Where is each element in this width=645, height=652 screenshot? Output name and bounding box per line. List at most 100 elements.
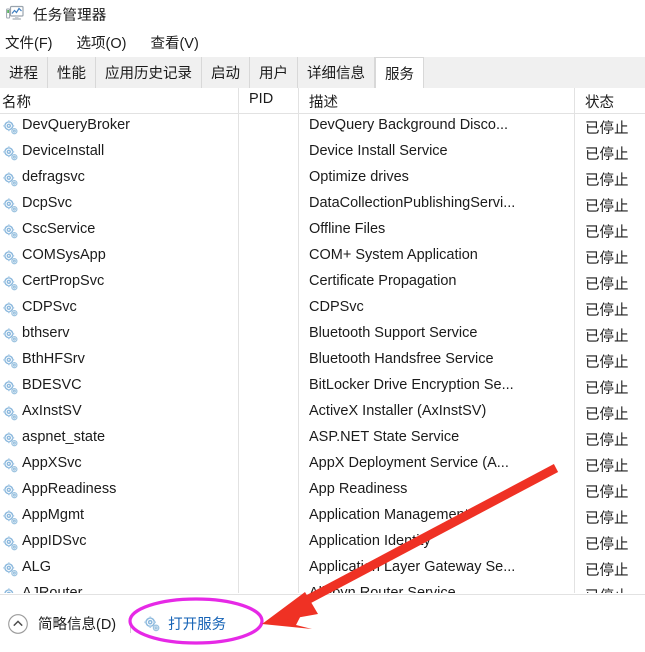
cell-service-desc: CDPSvc <box>309 299 364 315</box>
table-row[interactable]: AxInstSV ActiveX Installer (AxInstSV) 已停止 <box>0 400 645 426</box>
cell-service-name: ALG <box>22 559 52 575</box>
service-gears-icon <box>2 509 19 526</box>
service-gears-icon <box>2 275 19 292</box>
menu-item-options[interactable]: 选项(O) <box>72 32 132 53</box>
table-row[interactable]: aspnet_state ASP.NET State Service 已停止 <box>0 426 645 452</box>
column-header-state[interactable]: 状态 <box>585 91 614 112</box>
cell-service-name: BDESVC <box>22 377 82 393</box>
cell-service-name: DeviceInstall <box>22 143 105 159</box>
cell-service-desc: Bluetooth Handsfree Service <box>309 351 494 367</box>
table-row[interactable]: AppMgmt Application Management 已停止 <box>0 504 645 530</box>
tab-performance[interactable]: 性能 <box>48 57 96 88</box>
table-row[interactable]: CscService Offline Files 已停止 <box>0 218 645 244</box>
table-row[interactable]: COMSysApp COM+ System Application 已停止 <box>0 244 645 270</box>
cell-service-status: 已停止 <box>585 251 629 267</box>
table-row[interactable]: AJRouter AllJoyn Router Service 已停止 <box>0 582 645 593</box>
services-table: 名称 PID 描述 状态 DevQueryBroker DevQuery Back… <box>0 88 645 593</box>
table-row[interactable]: ALG Application Layer Gateway Se... 已停止 <box>0 556 645 582</box>
cell-service-name: DcpSvc <box>22 195 72 211</box>
service-gears-icon <box>2 171 19 188</box>
tab-strip: 进程 性能 应用历史记录 启动 用户 详细信息 服务 <box>0 57 645 89</box>
cell-service-name: bthserv <box>22 325 70 341</box>
table-row[interactable]: BDESVC BitLocker Drive Encryption Se... 已停… <box>0 374 645 400</box>
service-gears-icon <box>2 353 19 370</box>
fewer-details-button[interactable]: 简略信息(D) <box>38 613 116 634</box>
service-gears-icon <box>2 119 19 136</box>
window-title: 任务管理器 <box>33 7 107 24</box>
cell-service-status: 已停止 <box>585 563 629 579</box>
cell-service-desc: COM+ System Application <box>309 247 478 263</box>
cell-service-name: AJRouter <box>22 585 83 593</box>
column-divider-pid-desc[interactable] <box>298 88 299 113</box>
cell-service-name: AppIDSvc <box>22 533 87 549</box>
table-row[interactable]: AppXSvc AppX Deployment Service (A... 已停止 <box>0 452 645 478</box>
column-header-name[interactable]: 名称 <box>2 91 31 112</box>
cell-service-name: AppMgmt <box>22 507 85 523</box>
cell-service-name: aspnet_state <box>22 429 106 445</box>
cell-service-status: 已停止 <box>585 485 629 501</box>
table-body: DevQueryBroker DevQuery Background Disco.… <box>0 114 645 593</box>
cell-service-status: 已停止 <box>585 537 629 553</box>
cell-service-desc: ASP.NET State Service <box>309 429 460 445</box>
cell-service-name: DevQueryBroker <box>22 117 130 133</box>
service-gears-icon <box>2 197 19 214</box>
cell-service-status: 已停止 <box>585 511 629 527</box>
table-row[interactable]: BthHFSrv Bluetooth Handsfree Service 已停止 <box>0 348 645 374</box>
cell-service-name: CDPSvc <box>22 299 77 315</box>
cell-service-name: COMSysApp <box>22 247 106 263</box>
cell-service-desc: Device Install Service <box>309 143 448 159</box>
task-manager-window: 任务管理器 文件(F) 选项(O) 查看(V) 进程 性能 应用历史记录 启动 … <box>0 0 645 652</box>
service-gears-icon <box>143 615 161 633</box>
service-gears-icon <box>2 457 19 474</box>
cell-service-status: 已停止 <box>585 329 629 345</box>
table-header-row: 名称 PID 描述 状态 <box>0 88 645 114</box>
service-gears-icon <box>2 379 19 396</box>
open-services-button[interactable]: 打开服务 <box>143 613 226 634</box>
cell-service-desc: DataCollectionPublishingServi... <box>309 195 516 211</box>
cell-service-name: defragsvc <box>22 169 85 185</box>
cell-service-desc: AppX Deployment Service (A... <box>309 455 509 471</box>
column-header-pid[interactable]: PID <box>249 91 273 107</box>
service-gears-icon <box>2 561 19 578</box>
cell-service-name: AxInstSV <box>22 403 82 419</box>
cell-service-name: AppReadiness <box>22 481 117 497</box>
menu-item-file[interactable]: 文件(F) <box>0 32 58 53</box>
tab-processes[interactable]: 进程 <box>0 57 48 88</box>
table-row[interactable]: AppIDSvc Application Identity 已停止 <box>0 530 645 556</box>
table-row[interactable]: DcpSvc DataCollectionPublishingServi... 已停… <box>0 192 645 218</box>
table-row[interactable]: CertPropSvc Certificate Propagation 已停止 <box>0 270 645 296</box>
table-row[interactable]: bthserv Bluetooth Support Service 已停止 <box>0 322 645 348</box>
cell-service-status: 已停止 <box>585 433 629 449</box>
cell-service-status: 已停止 <box>585 173 629 189</box>
cell-service-status: 已停止 <box>585 459 629 475</box>
cell-service-desc: DevQuery Background Disco... <box>309 117 509 133</box>
cell-service-desc: App Readiness <box>309 481 408 497</box>
cell-service-desc: Bluetooth Support Service <box>309 325 478 341</box>
table-row[interactable]: AppReadiness App Readiness 已停止 <box>0 478 645 504</box>
chevron-up-circle-icon[interactable] <box>7 613 29 635</box>
tab-details[interactable]: 详细信息 <box>298 57 375 88</box>
tab-users[interactable]: 用户 <box>250 57 298 88</box>
table-row[interactable]: defragsvc Optimize drives 已停止 <box>0 166 645 192</box>
column-divider-desc-state[interactable] <box>574 88 575 113</box>
column-header-desc[interactable]: 描述 <box>309 91 338 112</box>
column-divider-name-pid[interactable] <box>238 88 239 113</box>
cell-service-desc: Certificate Propagation <box>309 273 457 289</box>
cell-service-status: 已停止 <box>585 199 629 215</box>
tab-services[interactable]: 服务 <box>375 57 424 89</box>
table-row[interactable]: DeviceInstall Device Install Service 已停止 <box>0 140 645 166</box>
cell-service-desc: BitLocker Drive Encryption Se... <box>309 377 514 393</box>
cell-service-desc: ActiveX Installer (AxInstSV) <box>309 403 487 419</box>
cell-service-status: 已停止 <box>585 303 629 319</box>
cell-service-desc: Application Identity <box>309 533 431 549</box>
tab-startup[interactable]: 启动 <box>202 57 250 88</box>
cell-service-name: BthHFSrv <box>22 351 85 367</box>
cell-service-status: 已停止 <box>585 355 629 371</box>
cell-service-desc: Application Management <box>309 507 469 523</box>
table-row[interactable]: DevQueryBroker DevQuery Background Disco.… <box>0 114 645 140</box>
cell-service-status: 已停止 <box>585 407 629 423</box>
tab-app-history[interactable]: 应用历史记录 <box>96 57 202 88</box>
menu-item-view[interactable]: 查看(V) <box>145 32 203 53</box>
service-gears-icon <box>2 431 19 448</box>
table-row[interactable]: CDPSvc CDPSvc 已停止 <box>0 296 645 322</box>
